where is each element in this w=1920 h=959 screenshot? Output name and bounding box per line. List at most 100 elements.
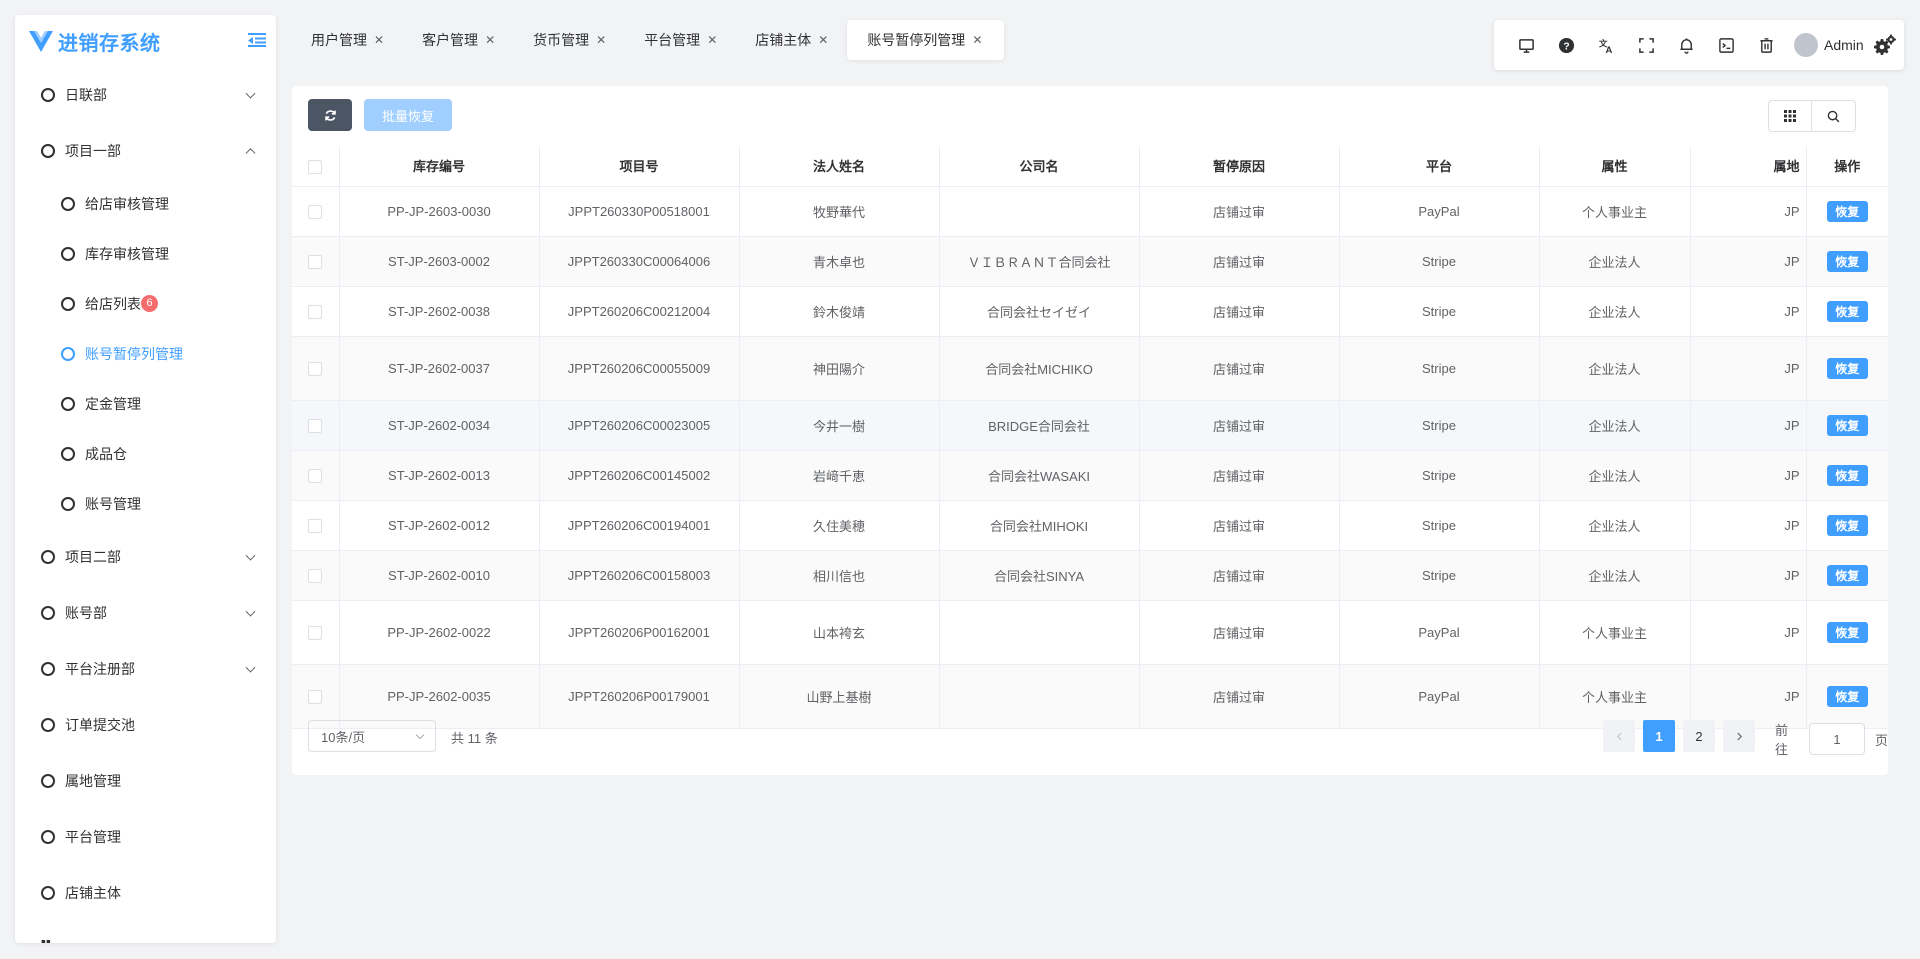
sidebar-item[interactable]: 平台注册部 — [15, 641, 276, 697]
tab[interactable]: 店铺主体 ✕ — [736, 20, 847, 60]
sidebar-item[interactable]: 平台管理 — [15, 809, 276, 865]
total-count: 共 11 条 — [451, 731, 498, 746]
sidebar-subitem-label: 定金管理 — [85, 396, 141, 412]
column-header[interactable]: 属地 — [1690, 146, 1807, 187]
row-checkbox[interactable] — [308, 625, 323, 640]
cell-location: JP — [1690, 186, 1807, 237]
close-icon[interactable]: ✕ — [596, 33, 606, 47]
row-checkbox[interactable] — [308, 689, 323, 704]
column-header[interactable]: 库存编号 — [339, 146, 540, 187]
cell-company — [939, 186, 1140, 237]
sidebar-subitem[interactable]: 给店列表 6 — [15, 279, 276, 329]
restore-button[interactable]: 恢复 — [1826, 414, 1868, 436]
refresh-button[interactable] — [308, 99, 352, 131]
restore-button[interactable]: 恢复 — [1826, 464, 1868, 486]
sidebar-subitem[interactable]: 定金管理 — [15, 379, 276, 429]
tab[interactable]: 用户管理 ✕ — [292, 20, 403, 60]
menu-collapse-icon[interactable] — [248, 32, 266, 48]
tab-label: 用户管理 — [311, 32, 367, 48]
help-icon[interactable]: ? — [1546, 25, 1586, 65]
sidebar-item-label: 项目二部 — [65, 549, 121, 565]
cell-company: 合同会社セイゼイ — [939, 286, 1140, 337]
row-checkbox[interactable] — [308, 254, 323, 269]
sidebar-subitem[interactable]: 给店审核管理 — [15, 179, 276, 229]
sidebar-subitem[interactable]: 账号暂停列管理 — [15, 329, 276, 379]
sidebar-item[interactable]: 订单提交池 — [15, 697, 276, 753]
restore-button[interactable]: 恢复 — [1826, 300, 1868, 322]
restore-button[interactable]: 恢复 — [1826, 250, 1868, 272]
sidebar-subitem-label: 库存审核管理 — [85, 246, 169, 262]
sidebar-item[interactable]: 日联部 — [15, 67, 276, 123]
close-icon[interactable]: ✕ — [972, 33, 982, 47]
next-page-button[interactable] — [1723, 720, 1755, 752]
sidebar-item[interactable]: 账号部 — [15, 585, 276, 641]
action-cell: 恢复 — [1806, 600, 1888, 665]
row-checkbox[interactable] — [308, 304, 323, 319]
prev-page-button[interactable] — [1603, 720, 1635, 752]
tab[interactable]: 平台管理 ✕ — [625, 20, 736, 60]
cell-company: 合同会社MIHOKI — [939, 500, 1140, 551]
sidebar-item-label: 店铺主体 — [65, 885, 121, 901]
terminal-icon[interactable] — [1706, 25, 1746, 65]
close-icon[interactable]: ✕ — [485, 33, 495, 47]
column-header[interactable]: 平台 — [1339, 146, 1540, 187]
restore-button[interactable]: 恢复 — [1826, 685, 1868, 707]
cell-company: ＶＩＢＲＡＮＴ合同会社 — [939, 236, 1140, 287]
cell-reason: 店铺过审 — [1139, 186, 1340, 237]
user-menu[interactable]: Admin — [1794, 33, 1864, 57]
bell-icon[interactable] — [1666, 25, 1706, 65]
page-number[interactable]: 2 — [1683, 720, 1715, 752]
monitor-icon[interactable] — [1506, 25, 1546, 65]
page-size-value: 10条/页 — [321, 729, 366, 745]
cell-legal-name: 久住美穂 — [739, 500, 940, 551]
restore-button[interactable]: 恢复 — [1826, 514, 1868, 536]
search-toggle-button[interactable] — [1812, 100, 1856, 132]
circle-icon — [61, 347, 75, 361]
batch-restore-button[interactable]: 批量恢复 — [364, 99, 452, 131]
tab[interactable]: 客户管理 ✕ — [403, 20, 514, 60]
translate-icon[interactable]: 文A — [1586, 25, 1626, 65]
page-size-select[interactable]: 10条/页 — [308, 720, 436, 752]
sidebar-subitem[interactable]: 库存审核管理 — [15, 229, 276, 279]
trash-icon[interactable] — [1746, 25, 1786, 65]
restore-button[interactable]: 恢复 — [1826, 621, 1868, 643]
row-checkbox[interactable] — [308, 568, 323, 583]
sidebar-subitem[interactable]: 账号管理 — [15, 479, 276, 529]
sidebar-subitem[interactable]: 成品仓 — [15, 429, 276, 479]
select-all-checkbox[interactable] — [308, 159, 323, 174]
fullscreen-icon[interactable] — [1626, 25, 1666, 65]
column-header[interactable]: 属性 — [1539, 146, 1691, 187]
tab[interactable]: 货币管理 ✕ — [514, 20, 625, 60]
row-checkbox[interactable] — [308, 418, 323, 433]
row-checkbox[interactable] — [308, 468, 323, 483]
restore-button[interactable]: 恢复 — [1826, 564, 1868, 586]
close-icon[interactable]: ✕ — [374, 33, 384, 47]
row-checkbox[interactable] — [308, 518, 323, 533]
cell-stock-no: ST-JP-2602-0012 — [339, 500, 540, 551]
row-checkbox[interactable] — [308, 361, 323, 376]
cell-reason: 店铺过审 — [1139, 336, 1340, 401]
column-header[interactable]: 项目号 — [539, 146, 740, 187]
settings-gear-icon[interactable] — [1873, 33, 1898, 57]
brand: 进销存系统 — [15, 15, 276, 67]
goto-page-input[interactable] — [1808, 723, 1865, 755]
row-select-cell — [292, 400, 340, 451]
column-settings-button[interactable] — [1768, 100, 1812, 132]
cell-platform: Stripe — [1339, 336, 1540, 401]
column-header[interactable]: 暂停原因 — [1139, 146, 1340, 187]
row-checkbox[interactable] — [308, 204, 323, 219]
close-icon[interactable]: ✕ — [818, 33, 828, 47]
tab[interactable]: 账号暂停列管理 ✕ — [847, 20, 1005, 60]
sidebar-item[interactable]: 店铺主体 — [15, 865, 276, 921]
restore-button[interactable]: 恢复 — [1826, 200, 1868, 222]
close-icon[interactable]: ✕ — [707, 33, 717, 47]
restore-button[interactable]: 恢复 — [1826, 357, 1868, 379]
column-header[interactable]: 法人姓名 — [739, 146, 940, 187]
page-number[interactable]: 1 — [1643, 720, 1675, 752]
column-header[interactable]: 公司名 — [939, 146, 1140, 187]
cell-stock-no: ST-JP-2603-0002 — [339, 236, 540, 287]
tab-label: 平台管理 — [644, 32, 701, 48]
sidebar-item[interactable]: 项目二部 — [15, 529, 276, 585]
sidebar-item[interactable]: 项目一部 — [15, 123, 276, 179]
sidebar-item[interactable]: 属地管理 — [15, 753, 276, 809]
